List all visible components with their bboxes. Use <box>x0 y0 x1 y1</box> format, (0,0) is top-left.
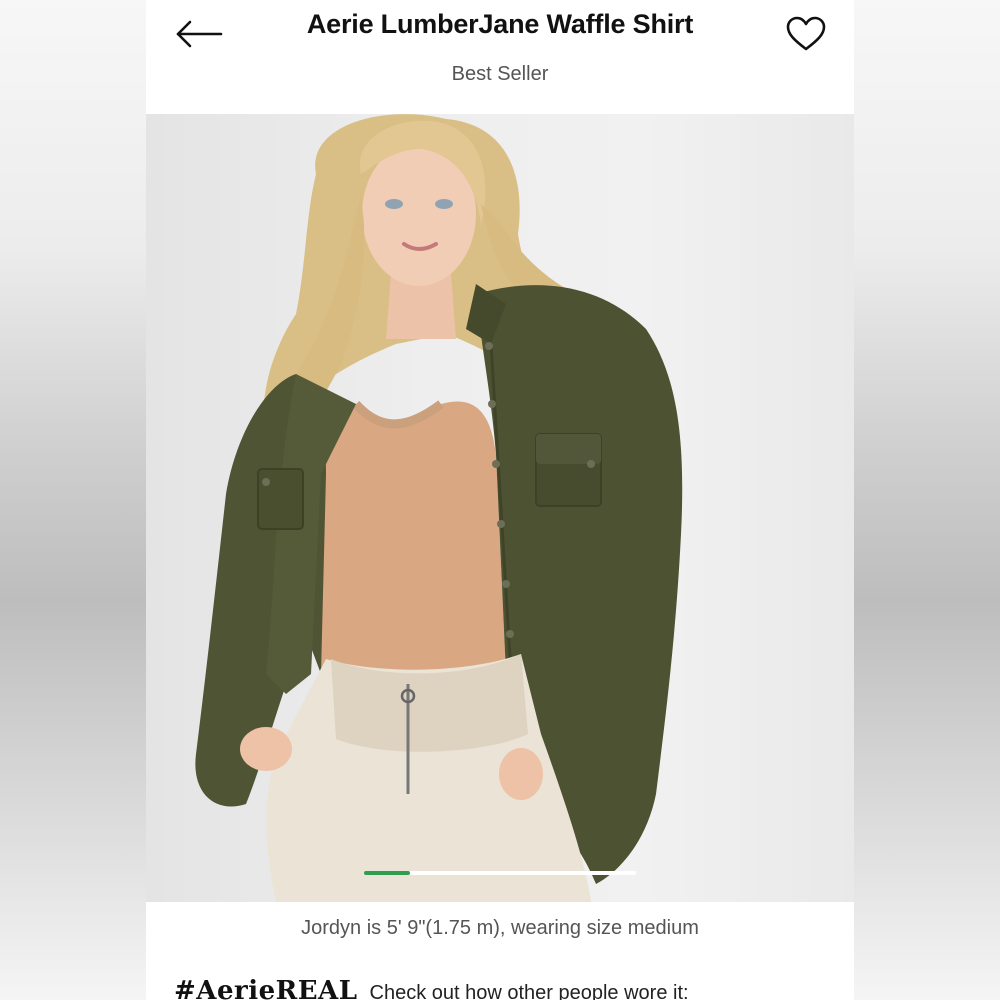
aerie-real-link[interactable]: Check out how other people wore it: <box>370 982 689 1000</box>
aerie-real-hashtag: #AerieREAL <box>174 976 358 1000</box>
best-seller-label: Best Seller <box>451 63 549 85</box>
background-right <box>854 0 1000 1000</box>
model-size-caption: Jordyn is 5' 9"(1.75 m), wearing size me… <box>301 917 699 939</box>
product-image[interactable] <box>146 114 854 902</box>
aerie-real-section: #AerieREAL Check out how other people wo… <box>174 976 689 1000</box>
page-title: Aerie LumberJane Waffle Shirt <box>306 9 694 39</box>
back-button[interactable] <box>174 16 224 52</box>
model-photo <box>195 114 683 902</box>
heart-outline-icon <box>786 16 826 51</box>
favorite-button[interactable] <box>784 14 828 54</box>
carousel-progress <box>364 871 411 875</box>
background-left <box>0 0 146 1000</box>
header: Aerie LumberJane Waffle Shirt Best Selle… <box>146 0 854 114</box>
product-screen: Aerie LumberJane Waffle Shirt Best Selle… <box>146 0 854 1000</box>
arrow-left-icon <box>176 20 223 48</box>
image-carousel-indicator[interactable] <box>364 871 636 875</box>
